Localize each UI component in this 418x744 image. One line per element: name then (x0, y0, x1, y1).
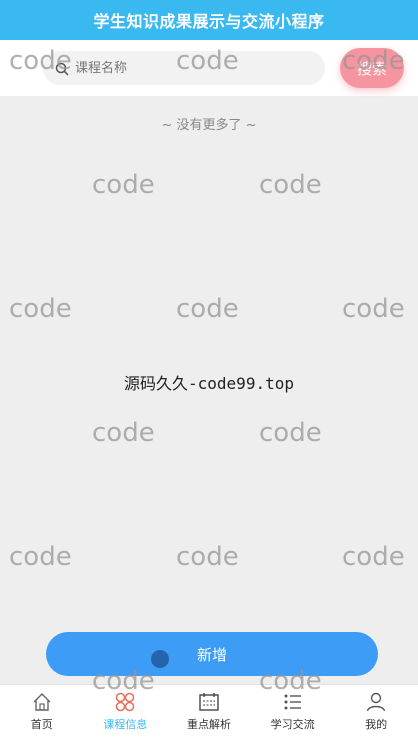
tab-label: 学习交流 (270, 718, 315, 731)
bottom-tabbar: 首页 课程信息 重点解析 学习交流 我的 (0, 684, 418, 744)
user-icon (366, 692, 386, 712)
search-bar: 搜索 (0, 40, 418, 96)
tab-course-info[interactable]: 课程信息 (84, 685, 168, 744)
home-icon (33, 693, 51, 711)
watermark-tile: code (9, 294, 72, 324)
list-icon (284, 694, 301, 710)
tab-label: 首页 (30, 718, 53, 731)
tab-key-analysis[interactable]: 重点解析 (167, 685, 251, 744)
watermark-text: 源码久久-code99.top (124, 374, 294, 393)
watermark-tile: code (259, 418, 322, 448)
tab-study-exchange[interactable]: 学习交流 (251, 685, 335, 744)
grid-icon (116, 692, 135, 712)
watermark-tile: code (176, 542, 239, 572)
calendar-icon (199, 693, 219, 711)
watermark-tile: code (259, 170, 322, 200)
tab-label: 重点解析 (186, 718, 231, 731)
tab-label: 课程信息 (103, 718, 148, 731)
watermark-tile: code (342, 542, 405, 572)
page-title: 学生知识成果展示与交流小程序 (0, 0, 418, 40)
no-more-text: ~ 没有更多了 ~ (161, 118, 257, 133)
tab-label: 我的 (365, 718, 388, 731)
touch-indicator (151, 650, 169, 668)
tab-home[interactable]: 首页 (0, 685, 84, 744)
watermark-tile: code (92, 170, 155, 200)
search-input[interactable] (73, 59, 307, 77)
watermark-tile: code (342, 294, 405, 324)
watermark-tile: code (9, 542, 72, 572)
tab-mine[interactable]: 我的 (334, 685, 418, 744)
watermark-tile: code (92, 418, 155, 448)
add-button[interactable]: 新增 (46, 632, 378, 676)
search-icon (55, 61, 69, 76)
search-box[interactable] (43, 51, 325, 85)
search-button[interactable]: 搜索 (340, 48, 404, 88)
watermark-tile: code (176, 294, 239, 324)
